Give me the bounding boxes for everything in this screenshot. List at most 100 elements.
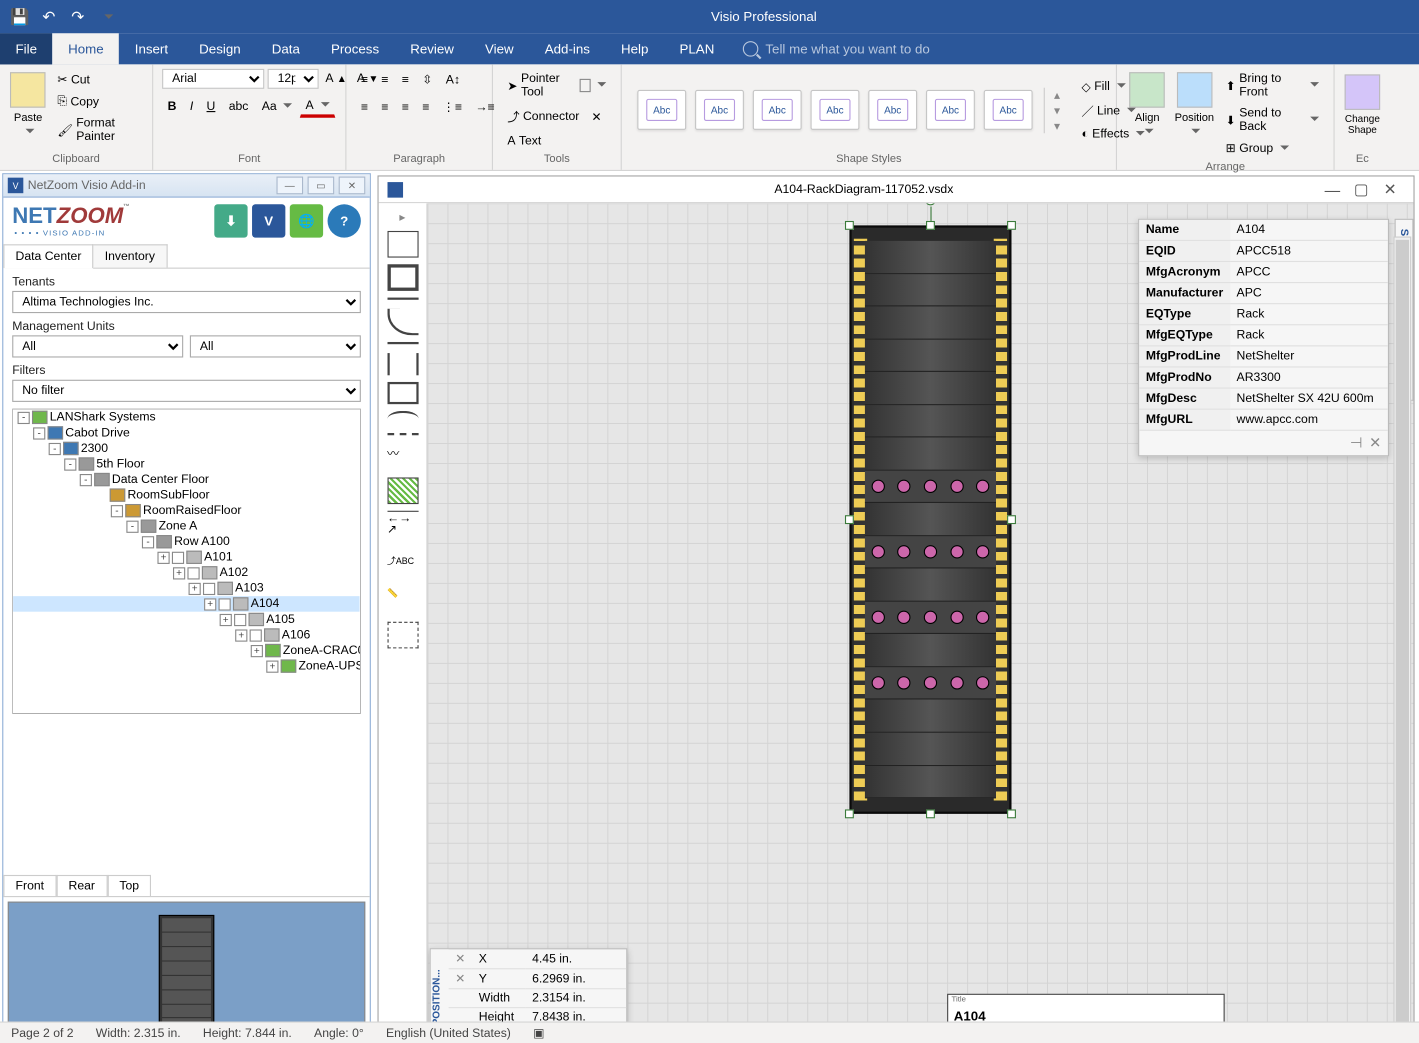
tree-item-row-a100[interactable]: -Row A100 [13,534,359,550]
shape-style-1[interactable]: Abc [637,90,686,130]
align-top-button[interactable]: ≡ [355,69,373,90]
tree-item-zonea-crac001[interactable]: +ZoneA-CRAC001 [13,643,359,659]
font-color-button[interactable]: A [300,95,335,117]
shape-t2-icon[interactable] [387,382,418,404]
align-left-button[interactable]: ≡ [355,97,373,118]
styles-scroll-down[interactable]: ▾ [1049,103,1065,117]
position-button[interactable]: Position [1173,69,1216,142]
save-icon[interactable]: 💾 [9,6,31,28]
rotate-handle[interactable] [925,203,936,205]
font-size-select[interactable]: 12pt. [268,69,319,89]
drawing-canvas[interactable]: Title A104 SIZE ECD # APPNZDC SCALE1:1 D… [427,203,1413,1043]
pin-icon[interactable]: ⊣ [1350,434,1363,451]
shape-style-2[interactable]: Abc [695,90,744,130]
tree-item-zonea-ups-1[interactable]: +ZoneA-UPS-1 [13,658,359,674]
preview-tab-front[interactable]: Front [3,875,56,896]
pointer-tool-button[interactable]: ➤Pointer Tool [502,69,612,102]
align-button[interactable]: Align [1126,69,1169,142]
mgmt-unit-1-select[interactable]: All [12,335,183,357]
tab-file[interactable]: File [0,33,53,64]
tree-item-cabot-drive[interactable]: -Cabot Drive [13,425,359,441]
shape-line-icon[interactable] [387,298,418,302]
resize-handle[interactable] [1007,809,1016,818]
close-button[interactable]: ✕ [339,177,366,195]
bold-button[interactable]: B [162,95,182,117]
tree-item-roomraisedfloor[interactable]: -RoomRaisedFloor [13,503,359,519]
tab-view[interactable]: View [469,33,529,64]
copy-button[interactable]: ⎘Copy [52,91,143,112]
tab-insert[interactable]: Insert [119,33,183,64]
format-painter-button[interactable]: 🖌Format Painter [52,113,143,146]
bullets-button[interactable]: ⋮≡ [437,97,467,118]
shape-select-icon[interactable] [387,622,418,649]
shape-ruler-icon[interactable]: 📏 [387,588,418,615]
tree-item-lanshark-systems[interactable]: -LANShark Systems [13,410,359,426]
close-icon[interactable]: ✕ [1369,434,1381,451]
cut-button[interactable]: ✂Cut [52,69,143,90]
tab-design[interactable]: Design [184,33,257,64]
tree-item-a105[interactable]: +A105 [13,612,359,628]
shape-curve-icon[interactable] [387,411,418,427]
tree-item-2300[interactable]: -2300 [13,441,359,457]
preview-tab-rear[interactable]: Rear [56,875,107,896]
globe-icon[interactable]: 🌐 [290,204,323,237]
tree-item-a103[interactable]: +A103 [13,581,359,597]
styles-expand[interactable]: ▾ [1049,118,1065,132]
underline-button[interactable]: U [201,95,221,117]
datacenter-tree[interactable]: -LANShark Systems-Cabot Drive-2300-5th F… [12,409,361,714]
shape-style-6[interactable]: Abc [926,90,975,130]
tab-addins[interactable]: Add-ins [529,33,605,64]
tree-item-data-center-floor[interactable]: -Data Center Floor [13,472,359,488]
tree-item-a102[interactable]: +A102 [13,565,359,581]
rack-a104-shape[interactable] [849,225,1011,813]
filters-select[interactable]: No filter [12,380,361,402]
tree-item-5th-floor[interactable]: -5th Floor [13,456,359,472]
datacenter-tab[interactable]: Data Center [3,244,93,268]
tab-data[interactable]: Data [256,33,315,64]
styles-scroll-up[interactable]: ▴ [1049,87,1065,101]
resize-handle[interactable] [926,809,935,818]
shape-angle-icon[interactable]: ↗ [387,522,418,549]
strikethrough-button[interactable]: abc [223,95,254,117]
tree-item-a106[interactable]: +A106 [13,627,359,643]
export-icon[interactable]: ⬇ [214,204,247,237]
help-icon[interactable]: ? [328,204,361,237]
macro-recording-icon[interactable]: ▣ [533,1026,545,1040]
change-case-button[interactable]: Aa [256,95,298,117]
mgmt-unit-2-select[interactable]: All [190,335,361,357]
tenants-select[interactable]: Altima Technologies Inc. [12,291,361,313]
tree-item-a104[interactable]: +A104 [13,596,359,612]
justify-button[interactable]: ≡ [417,97,435,118]
shape-rect-icon[interactable] [387,231,418,258]
shape-wave-icon[interactable]: 〰 [387,444,418,471]
tree-item-zone-a[interactable]: -Zone A [13,519,359,535]
tree-item-roomsubfloor[interactable]: RoomSubFloor [13,487,359,503]
tab-help[interactable]: Help [605,33,664,64]
align-middle-button[interactable]: ≡ [376,69,394,90]
shape-corner-icon[interactable] [387,353,418,375]
tab-plan[interactable]: PLAN [664,33,730,64]
shape-style-3[interactable]: Abc [753,90,802,130]
shape-arcm-icon[interactable]: ⤴ABC [387,555,418,582]
resize-handle[interactable] [1007,515,1016,524]
align-right-button[interactable]: ≡ [396,97,414,118]
qat-customize[interactable] [95,6,117,28]
preview-tab-top[interactable]: Top [107,875,151,896]
tree-item-a101[interactable]: +A101 [13,550,359,566]
tab-review[interactable]: Review [395,33,470,64]
vertical-scrollbar[interactable] [1393,237,1411,1043]
minimize-button[interactable]: — [276,177,303,195]
resize-handle[interactable] [845,515,854,524]
shape-hatch-icon[interactable] [387,477,418,504]
send-to-back-button[interactable]: ⬇Send to Back [1220,103,1325,136]
align-bottom-button[interactable]: ≡ [396,69,414,90]
resize-handle[interactable] [845,221,854,230]
status-language[interactable]: English (United States) [386,1026,511,1039]
text-direction-button[interactable]: A↕ [440,69,465,90]
bring-to-front-button[interactable]: ⬆Bring to Front [1220,69,1325,102]
paste-button[interactable]: Paste [9,69,47,142]
italic-button[interactable]: I [184,95,199,117]
resize-handle[interactable] [1007,221,1016,230]
shape-style-7[interactable]: Abc [984,90,1033,130]
shape-rect2-icon[interactable] [387,264,418,291]
